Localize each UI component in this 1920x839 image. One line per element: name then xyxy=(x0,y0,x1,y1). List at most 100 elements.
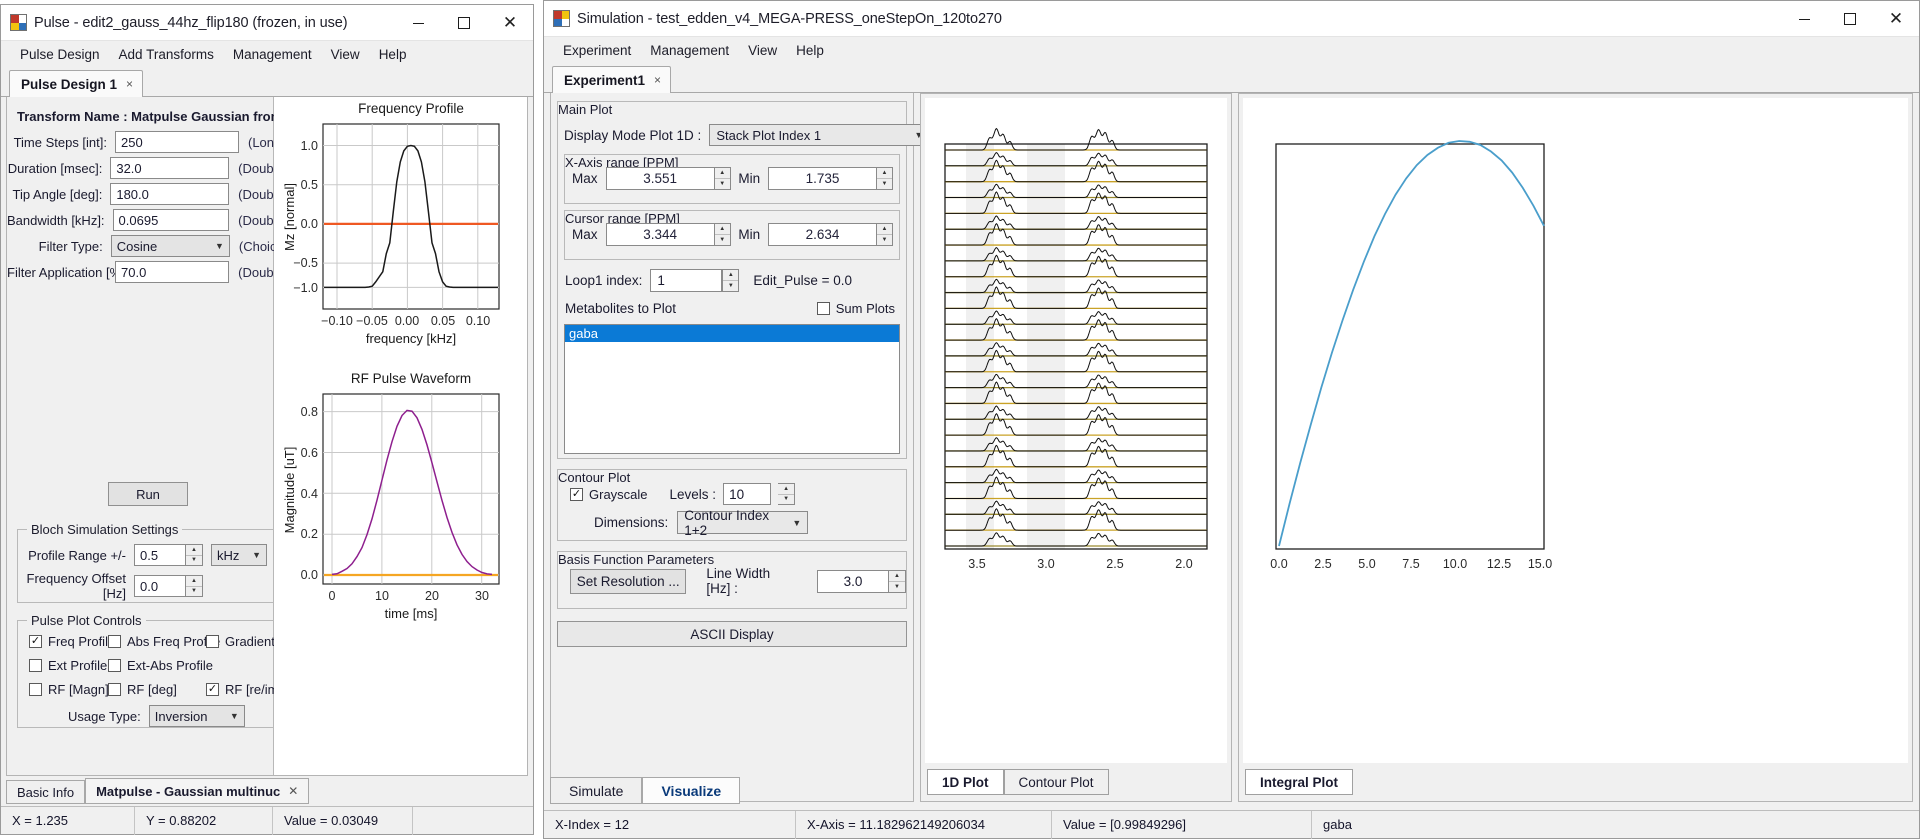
maximize-button[interactable] xyxy=(1827,1,1873,37)
checkbox-icon xyxy=(29,659,42,672)
bottom-tab-close-icon[interactable]: ✕ xyxy=(288,784,298,798)
menu-experiment[interactable]: Experiment xyxy=(554,40,641,61)
field-label: Filter Application [%]: xyxy=(7,264,129,280)
tab-pulse-design-1[interactable]: Pulse Design 1 × xyxy=(9,70,144,97)
dimensions-select[interactable]: Contour Index 1+2 ▼ xyxy=(677,508,809,538)
close-button[interactable]: ✕ xyxy=(487,5,533,41)
tip-angle-input[interactable]: 180.0 xyxy=(110,183,230,205)
set-resolution-button[interactable]: Set Resolution ... xyxy=(570,568,687,594)
tab-1d-plot[interactable]: 1D Plot xyxy=(927,769,1004,795)
filter-application-input[interactable]: 70.0 xyxy=(115,261,230,283)
loop-index-input[interactable]: 1 xyxy=(650,269,723,292)
shaded-band-2 xyxy=(1027,144,1065,549)
tab-integral-plot[interactable]: Integral Plot xyxy=(1245,769,1354,795)
tab-close-icon[interactable]: × xyxy=(126,77,133,91)
sim-window-title: Simulation - test_edden_v4_MEGA-PRESS_on… xyxy=(577,10,1002,27)
list-item[interactable]: gaba xyxy=(565,325,899,342)
line-width-input[interactable]: 3.0 xyxy=(817,569,889,593)
xaxis-min-input[interactable]: 1.735 xyxy=(767,167,878,190)
ascii-display-button[interactable]: ASCII Display xyxy=(557,621,907,647)
field-label: Duration [msec]: xyxy=(7,160,103,176)
tab-experiment1[interactable]: Experiment1 × xyxy=(552,66,672,93)
tick: −0.05 xyxy=(356,314,388,328)
bottom-tab-basic-info[interactable]: Basic Info xyxy=(6,780,86,804)
loop-index-stepper[interactable]: ▲ ▼ xyxy=(722,269,740,292)
tick: 10 xyxy=(375,589,389,603)
duration-input[interactable]: 32.0 xyxy=(110,157,230,179)
tab-contour-plot[interactable]: Contour Plot xyxy=(1003,769,1109,795)
xaxis-min-stepper[interactable]: ▲ ▼ xyxy=(877,167,893,190)
loop-index-row: Loop1 index: 1 ▲ ▼ Edit_Pulse = 0.0 xyxy=(565,269,852,292)
field-label: Bandwidth [kHz]: xyxy=(7,212,105,228)
checkbox-gradient[interactable]: Gradient xyxy=(206,634,275,649)
bottom-tab-visualize[interactable]: Visualize xyxy=(642,777,741,804)
xaxis-max-input[interactable]: 3.551 xyxy=(605,167,715,190)
run-button[interactable]: Run xyxy=(108,482,188,506)
checkbox-sum-plots[interactable]: Sum Plots xyxy=(816,301,895,316)
pulse-bottom-tabs: Basic Info Matpulse - Gaussian multinuc … xyxy=(6,778,310,804)
integral-plot-area[interactable]: 0.0 2.5 5.0 7.5 10.0 12.5 15.0 xyxy=(1243,98,1908,763)
checkbox-label: Grayscale xyxy=(589,486,648,502)
main-plot-group: Main Plot Display Mode Plot 1D : Stack P… xyxy=(557,101,931,459)
close-button[interactable]: ✕ xyxy=(1873,1,1919,37)
usage-type-select[interactable]: Inversion ▼ xyxy=(148,705,245,727)
menu-view[interactable]: View xyxy=(739,40,787,61)
stack-plot-area[interactable]: 3.5 3.0 2.5 2.0 xyxy=(925,98,1227,763)
profile-range-unit-select[interactable]: kHz ▼ xyxy=(211,544,267,566)
menu-management[interactable]: Management xyxy=(641,40,739,61)
menu-help[interactable]: Help xyxy=(370,44,417,65)
cursor-range-group: Cursor range [PPM] Max 3.344 ▲ ▼ Min 2.63… xyxy=(564,210,900,260)
checkbox-freq-profile[interactable]: ✓ Freq Profile xyxy=(29,634,115,649)
tab-close-icon[interactable]: × xyxy=(654,73,661,87)
menu-management[interactable]: Management xyxy=(224,44,322,65)
status-x-index: X-Index = 12 xyxy=(544,810,796,839)
chevron-down-icon: ▼ xyxy=(792,517,802,528)
checkbox-ext-profile[interactable]: Ext Profile xyxy=(29,658,107,673)
tick: 10.0 xyxy=(1443,557,1467,571)
maximize-button[interactable] xyxy=(441,5,487,41)
checkbox-rf-re-im[interactable]: ✓ RF [re/im] xyxy=(206,682,282,697)
minimize-button[interactable] xyxy=(1781,1,1827,37)
frequency-offset-input[interactable]: 0.0 xyxy=(134,575,186,597)
sim-content: Main Plot Display Mode Plot 1D : Stack P… xyxy=(550,93,1913,802)
menu-view[interactable]: View xyxy=(322,44,370,65)
simulation-app-icon xyxy=(553,10,570,27)
levels-input[interactable]: 10 xyxy=(723,483,772,505)
pulse-statusbar: X = 1.235 Y = 0.88202 Value = 0.03049 xyxy=(1,806,533,835)
cursor-min-stepper[interactable]: ▲ ▼ xyxy=(877,223,893,246)
minimize-button[interactable] xyxy=(395,5,441,41)
frequency-offset-stepper[interactable]: ▲ ▼ xyxy=(186,575,203,597)
checkbox-rf-magn[interactable]: RF [Magn] xyxy=(29,682,109,697)
rf-waveform-xlabel: time [ms] xyxy=(385,606,438,621)
cursor-min-input[interactable]: 2.634 xyxy=(767,223,878,246)
profile-range-stepper[interactable]: ▲ ▼ xyxy=(186,544,203,566)
sim-bottom-tabs: Simulate Visualize xyxy=(550,777,741,804)
dimensions-value: Contour Index 1+2 xyxy=(684,507,770,538)
checkbox-abs-freq-profile[interactable]: Abs Freq Profile xyxy=(108,634,220,649)
menu-pulse-design[interactable]: Pulse Design xyxy=(11,44,110,65)
field-row-duration: Duration [msec]: 32.0 (Double) xyxy=(7,157,288,179)
cursor-max-stepper[interactable]: ▲ ▼ xyxy=(714,223,731,246)
line-width-stepper[interactable]: ▲ ▼ xyxy=(889,569,906,593)
sim-window-buttons: ✕ xyxy=(1781,1,1919,37)
menu-help[interactable]: Help xyxy=(787,40,834,61)
chevron-down-icon: ▼ xyxy=(214,241,224,251)
bottom-tab-matpulse-gaussian[interactable]: Matpulse - Gaussian multinuc ✕ xyxy=(85,778,310,804)
metabolites-listbox[interactable]: gaba xyxy=(564,324,900,454)
checkbox-grayscale[interactable]: ✓ Grayscale xyxy=(570,487,648,502)
pulse-form-column: Transform Name : Matpulse Gaussian from … xyxy=(7,97,358,775)
filter-type-select[interactable]: Cosine ▼ xyxy=(110,235,230,257)
time-steps-input[interactable]: 250 xyxy=(115,131,239,153)
menu-add-transforms[interactable]: Add Transforms xyxy=(110,44,224,65)
checkbox-ext-abs-profile[interactable]: Ext-Abs Profile xyxy=(108,658,213,673)
bandwidth-input[interactable]: 0.0695 xyxy=(112,209,230,231)
xaxis-max-stepper[interactable]: ▲ ▼ xyxy=(714,167,731,190)
plot-tab-strip: 1D Plot Contour Plot xyxy=(927,769,1109,795)
cursor-max-input[interactable]: 3.344 xyxy=(605,223,715,246)
shaded-band-1 xyxy=(966,144,994,549)
levels-stepper[interactable]: ▲ ▼ xyxy=(778,483,796,505)
checkbox-rf-deg[interactable]: RF [deg] xyxy=(108,682,177,697)
profile-range-input[interactable]: 0.5 xyxy=(134,544,186,566)
bottom-tab-simulate[interactable]: Simulate xyxy=(550,777,643,804)
display-mode-select[interactable]: Stack Plot Index 1 ▼ xyxy=(709,124,931,146)
